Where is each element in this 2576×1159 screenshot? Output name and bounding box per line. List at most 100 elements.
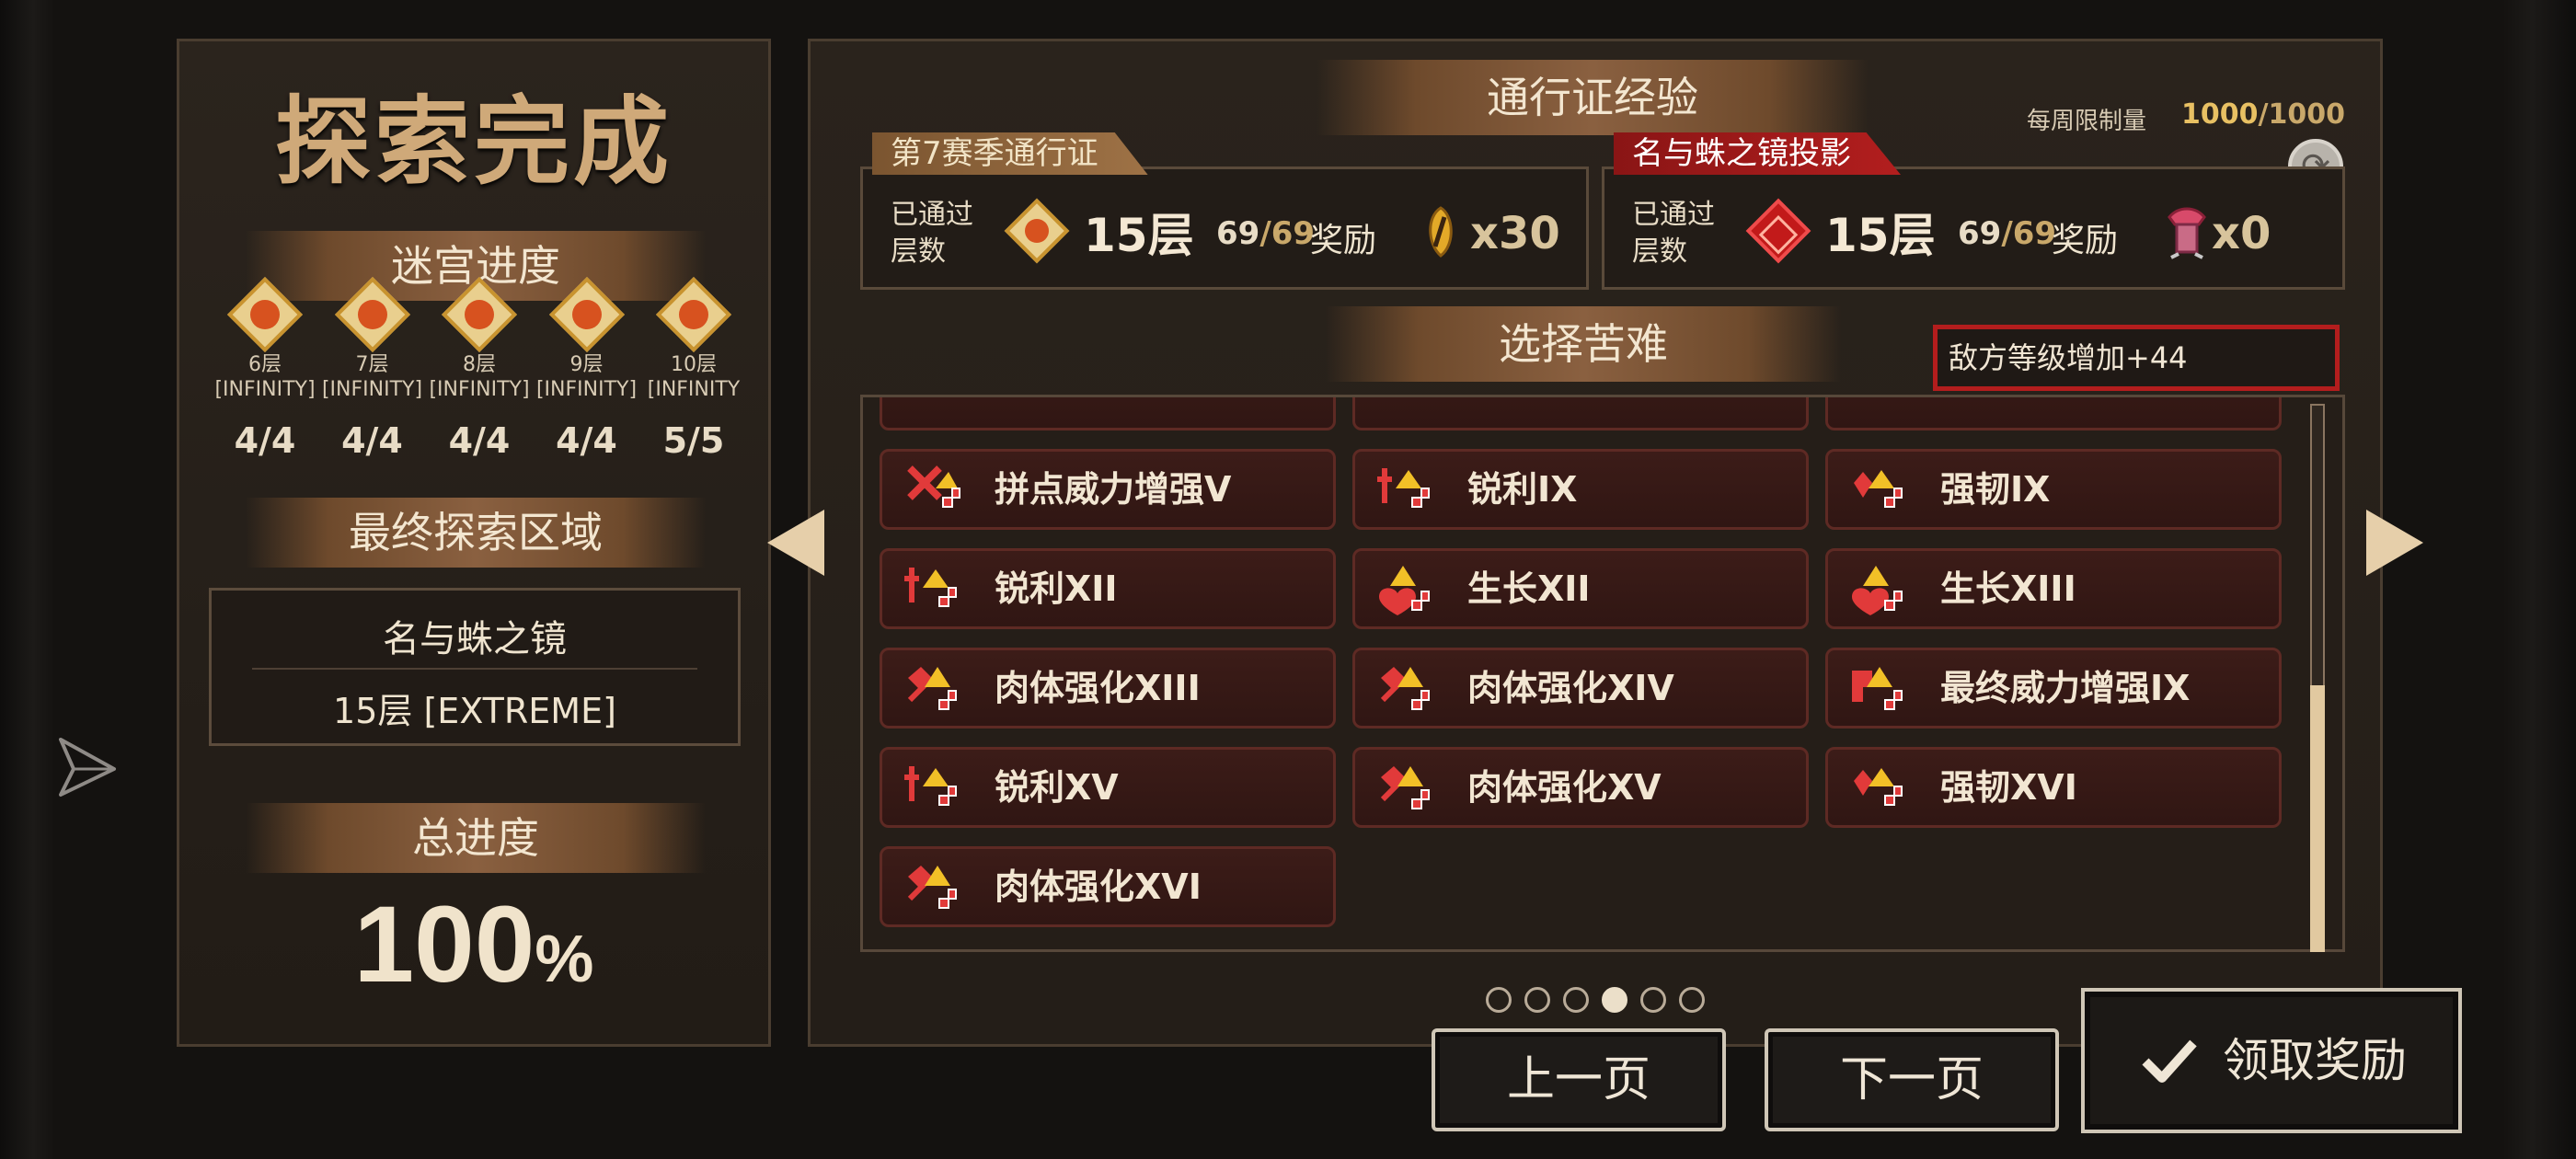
enemy-level-penalty: 敌方等级增加+44: [1933, 325, 2340, 391]
floor-item: 6层 [INFINITY] 4/4: [213, 276, 317, 461]
hardship-list[interactable]: 拼点威力增强V 锐利IX 强韧IX 锐利XII 生长XII 生长XIII 肉体强…: [860, 395, 2345, 952]
exploration-summary-panel: 探索完成 迷宫进度 6层 [INFINITY] 4/4 7层 [INFINITY…: [177, 39, 771, 1047]
reward-label: 奖励: [1310, 222, 1377, 259]
toughness-icon: [1854, 470, 1903, 508]
floor-difficulty: [INFINITY: [647, 378, 741, 401]
page-dot[interactable]: [1524, 987, 1550, 1013]
pass-exp-banner: 通行证经验: [1317, 60, 1869, 135]
page-dot[interactable]: [1486, 987, 1512, 1013]
page-title: 探索完成: [274, 85, 673, 198]
floor-name: 6层: [248, 353, 282, 376]
passed-floor-value: 15层: [1825, 209, 1936, 262]
hardship-item[interactable]: 拼点威力增强V: [880, 449, 1336, 530]
hardship-banner: 选择苦难: [1326, 306, 1841, 382]
mirror-projection-tab: 名与蛛之镜投影: [1614, 132, 1901, 175]
screen-frame-right: [2502, 0, 2576, 1159]
hardship-item[interactable]: [880, 397, 1336, 430]
floor-difficulty: [INFINITY]: [535, 378, 638, 401]
hardship-label: 锐利XV: [995, 767, 1119, 808]
final-power-icon: [1852, 667, 1903, 710]
hardship-item[interactable]: 生长XII: [1352, 548, 1809, 629]
floor-count: 4/4: [234, 420, 296, 461]
passed-floors-label: 已通过层数: [1632, 199, 1715, 268]
hardship-label: 肉体强化XIV: [1467, 668, 1674, 708]
total-progress-value: 100%: [353, 884, 594, 1005]
hardship-label: 强韧IX: [1940, 469, 2051, 510]
body-enhance-icon: [907, 667, 957, 710]
hardship-label: 强韧XVI: [1940, 767, 2077, 808]
floor-progress-list: 6层 [INFINITY] 4/4 7层 [INFINITY] 4/4 8层 […: [213, 276, 746, 461]
floor-difficulty: [INFINITY]: [214, 378, 316, 401]
page-dot[interactable]: [1563, 987, 1589, 1013]
hardship-item[interactable]: 锐利IX: [1352, 449, 1809, 530]
page-dot[interactable]: [1640, 987, 1666, 1013]
hardship-item[interactable]: 锐利XII: [880, 548, 1336, 629]
passed-floor-count: 69/69: [1958, 215, 2057, 252]
checkmark-icon: [2142, 1039, 2197, 1083]
claim-reward-button[interactable]: 领取奖励: [2081, 988, 2462, 1133]
claim-reward-label: 领取奖励: [2223, 1034, 2407, 1087]
page-dot-active[interactable]: [1602, 987, 1627, 1013]
hardship-item[interactable]: 强韧IX: [1825, 449, 2282, 530]
sharp-icon: [904, 568, 957, 607]
floor-emblem-icon: [548, 276, 625, 353]
hardship-item[interactable]: [1352, 397, 1809, 430]
hardship-item[interactable]: 锐利XV: [880, 747, 1336, 828]
hardship-label: 生长XII: [1467, 568, 1591, 609]
list-scrollbar-thumb[interactable]: [2310, 685, 2325, 952]
hardship-item[interactable]: 最终威力增强IX: [1825, 648, 2282, 729]
floor-emblem-icon: [334, 276, 410, 353]
reward-quantity: x0: [2212, 208, 2271, 259]
hardship-label: 肉体强化XV: [1467, 767, 1662, 808]
passed-floor-count: 69/69: [1216, 215, 1316, 252]
floor-count: 4/4: [556, 420, 617, 461]
floor-item: 10层 [INFINITY 5/5: [641, 276, 746, 461]
final-area-banner: 最终探索区域: [246, 498, 706, 568]
passed-floor-value: 15层: [1084, 209, 1194, 262]
screen-frame-left: [0, 0, 55, 1159]
previous-arrow-icon[interactable]: [767, 510, 824, 576]
ribbon-ticket-icon: [2168, 207, 2206, 259]
final-area-level: 15层 [EXTREME]: [333, 691, 616, 731]
next-page-button[interactable]: 下一页: [1765, 1028, 2059, 1131]
weekly-limit-label: 每周限制量: [2027, 108, 2147, 135]
hardship-item[interactable]: 肉体强化XVI: [880, 846, 1336, 927]
floor-item: 9层 [INFINITY] 4/4: [535, 276, 639, 461]
floor-emblem-icon: [655, 276, 732, 353]
season-pass-card: 第7赛季通行证 已通过层数 15层 69/69 奖励 x30: [860, 132, 1589, 290]
growth-icon: [1379, 566, 1430, 615]
floor-item: 7层 [INFINITY] 4/4: [320, 276, 425, 461]
hardship-item[interactable]: 肉体强化XV: [1352, 747, 1809, 828]
page-indicator: [1486, 987, 1705, 1013]
page-dot[interactable]: [1679, 987, 1705, 1013]
hardship-label: 肉体强化XVI: [995, 866, 1202, 907]
final-area-box: 名与蛛之镜 15层 [EXTREME]: [209, 588, 741, 746]
hardship-label: 最终威力增强IX: [1940, 668, 2191, 708]
next-arrow-icon[interactable]: [2366, 510, 2423, 576]
weekly-limit-value: 1000/1000: [2181, 98, 2345, 131]
hardship-label: 锐利XII: [995, 568, 1118, 609]
growth-icon: [1852, 566, 1903, 615]
pass-token-icon: [1429, 206, 1453, 258]
body-enhance-icon: [1380, 766, 1430, 809]
reward-label: 奖励: [2052, 222, 2119, 259]
hardship-item[interactable]: 生长XIII: [1825, 548, 2282, 629]
floor-name: 7层: [355, 353, 389, 376]
final-area-name: 名与蛛之镜: [383, 618, 567, 660]
hardship-label: 拼点威力增强V: [995, 469, 1232, 510]
body-enhance-icon: [907, 866, 957, 909]
prev-page-button[interactable]: 上一页: [1432, 1028, 1726, 1131]
toughness-icon: [1854, 768, 1903, 806]
floor-emblem-icon: [1004, 198, 1070, 264]
divider: [252, 668, 697, 670]
hardship-item[interactable]: 肉体强化XIII: [880, 648, 1336, 729]
reward-quantity: x30: [1470, 208, 1560, 259]
hardship-item[interactable]: 强韧XVI: [1825, 747, 2282, 828]
hardship-item[interactable]: 肉体强化XIV: [1352, 648, 1809, 729]
hardship-item[interactable]: [1825, 397, 2282, 430]
sharp-icon: [1377, 468, 1430, 508]
season-pass-tab: 第7赛季通行证: [872, 132, 1148, 175]
floor-emblem-icon: [1745, 198, 1811, 264]
floor-name: 8层: [463, 353, 496, 376]
hardship-label: 锐利IX: [1467, 469, 1578, 510]
